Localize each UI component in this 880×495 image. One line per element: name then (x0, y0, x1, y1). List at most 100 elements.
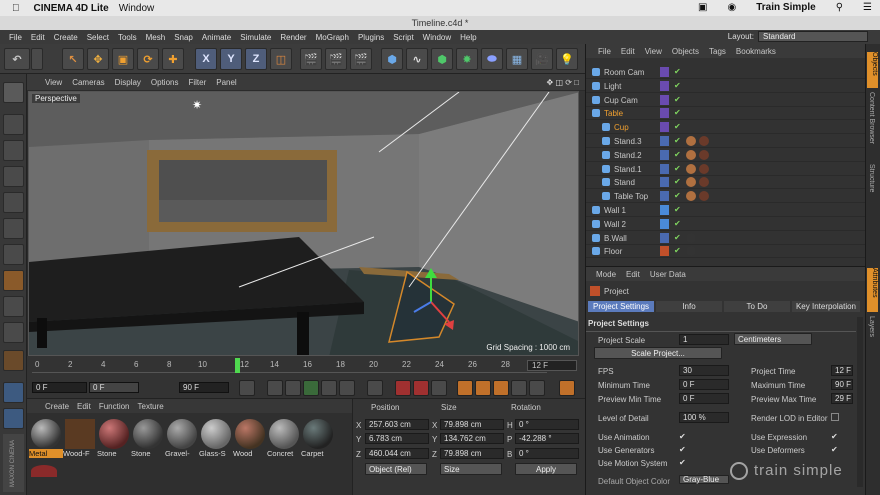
menu-script[interactable]: Script (393, 33, 413, 42)
menu-create[interactable]: Create (54, 33, 78, 42)
rotation-b-field[interactable]: 0 ° (515, 448, 579, 459)
material-menu-create[interactable]: Create (45, 402, 69, 411)
position-x-field[interactable]: 257.603 cm (365, 419, 429, 430)
size-z-field[interactable]: 79.898 cm (440, 448, 504, 459)
size-y-field[interactable]: 134.762 cm (440, 433, 504, 444)
previous-frame-icon[interactable] (285, 380, 301, 396)
playhead[interactable] (235, 358, 240, 373)
deformer-icon[interactable]: ⬬ (481, 48, 503, 70)
size-x-field[interactable]: 79.898 cm (440, 419, 504, 430)
enable-check-icon[interactable]: ✔ (674, 108, 681, 117)
next-key-icon[interactable] (339, 380, 355, 396)
object-menu-objects[interactable]: Objects (672, 47, 699, 56)
start-frame-field[interactable]: 0 F (32, 382, 87, 393)
record-rotation-icon[interactable] (493, 380, 509, 396)
viewport-menu-view[interactable]: View (45, 78, 62, 87)
record-active-icon[interactable] (395, 380, 411, 396)
object-menu-view[interactable]: View (645, 47, 662, 56)
menu-render[interactable]: Render (280, 33, 306, 42)
floor-icon[interactable]: ▦ (506, 48, 528, 70)
viewport-menu-filter[interactable]: Filter (188, 78, 206, 87)
object-row[interactable]: Room Cam ✔ (586, 66, 866, 79)
record-position-icon[interactable] (457, 380, 473, 396)
enable-check-icon[interactable]: ✔ (674, 219, 681, 228)
object-row[interactable]: Cup ✔ (586, 121, 866, 135)
enable-check-icon[interactable]: ✔ (674, 233, 681, 242)
level-of-detail-field[interactable]: 100 % (679, 412, 729, 423)
layer-color-swatch[interactable] (660, 205, 669, 215)
edges-mode-icon[interactable] (3, 218, 24, 239)
layer-color-swatch[interactable] (660, 218, 669, 229)
object-row[interactable]: Table Top ✔ (586, 190, 866, 204)
tweak-icon[interactable] (3, 296, 24, 317)
enable-check-icon[interactable]: ✔ (674, 95, 681, 104)
object-row[interactable]: Stand.1 ✔ (586, 163, 866, 176)
layer-color-swatch[interactable] (660, 80, 669, 91)
mac-window-menu[interactable]: Window (119, 3, 155, 14)
light-icon[interactable]: 💡 (556, 48, 578, 70)
enable-check-icon[interactable]: ✔ (674, 67, 681, 76)
enable-check-icon[interactable]: ✔ (674, 177, 681, 186)
z-axis-lock-button[interactable]: Z (245, 48, 267, 70)
x-axis-lock-button[interactable]: X (195, 48, 217, 70)
rotate-tool-icon[interactable]: ⟳ (137, 48, 159, 70)
menu-window[interactable]: Window (423, 33, 451, 42)
project-time-field[interactable]: 12 F (831, 365, 853, 376)
enable-check-icon[interactable]: ✔ (674, 136, 681, 145)
enable-check-icon[interactable]: ✔ (674, 150, 681, 159)
rotation-p-field[interactable]: -42.288 ° (515, 433, 579, 444)
use-animation-checkbox[interactable]: ✔ (679, 432, 686, 441)
side-tab-structure[interactable]: Structure (868, 164, 875, 204)
material-swatch[interactable] (133, 419, 163, 449)
viewport-menu-options[interactable]: Options (151, 78, 179, 87)
layer-color-swatch[interactable] (660, 149, 669, 160)
viewport-menu-display[interactable]: Display (115, 78, 141, 87)
menu-mograph[interactable]: MoGraph (316, 33, 349, 42)
position-z-field[interactable]: 460.044 cm (365, 448, 429, 459)
layout-dropdown[interactable]: Standard (758, 31, 868, 42)
layer-color-swatch[interactable] (660, 191, 669, 202)
layer-color-swatch[interactable] (660, 67, 669, 77)
coordinate-system-icon[interactable]: ◫ (270, 48, 292, 70)
make-editable-icon[interactable] (3, 82, 24, 103)
object-row[interactable]: Wall 1 ✔ (586, 204, 866, 217)
layer-color-swatch[interactable] (660, 163, 669, 174)
status-icon[interactable]: ◉ (728, 2, 737, 13)
object-menu-edit[interactable]: Edit (621, 47, 635, 56)
side-tab-objects[interactable]: Objects (867, 52, 878, 88)
size-mode-dropdown[interactable]: Size (440, 463, 502, 475)
record-scale-icon[interactable] (475, 380, 491, 396)
search-icon[interactable]: ⚲ (836, 2, 843, 13)
menu-select[interactable]: Select (87, 33, 109, 42)
previous-key-icon[interactable] (267, 380, 283, 396)
enable-check-icon[interactable]: ✔ (674, 122, 681, 131)
material-tag-icon[interactable] (686, 246, 696, 257)
timeline-ruler[interactable]: 0 2 4 6 8 10 12 14 16 18 20 22 24 26 28 … (32, 358, 547, 373)
material-swatch[interactable] (269, 419, 299, 449)
apple-icon[interactable]:  (12, 3, 20, 14)
layer-color-swatch[interactable] (660, 108, 669, 119)
app-name[interactable]: CINEMA 4D Lite (34, 3, 109, 14)
tab-project-settings[interactable]: Project Settings (588, 301, 654, 312)
default-color-dropdown[interactable]: Gray-Blue (679, 475, 729, 484)
axis-mode-icon[interactable] (3, 270, 24, 291)
object-row[interactable]: Stand.3 ✔ (586, 135, 866, 148)
apply-button[interactable]: Apply (515, 463, 577, 475)
menu-snap[interactable]: Snap (174, 33, 193, 42)
material-menu-edit[interactable]: Edit (77, 402, 91, 411)
enable-check-icon[interactable]: ✔ (674, 164, 681, 173)
side-tab-layers[interactable]: Layers (868, 316, 875, 346)
position-y-field[interactable]: 6.783 cm (365, 433, 429, 444)
current-frame-field[interactable]: 12 F (527, 360, 577, 371)
viewport-menu-panel[interactable]: Panel (216, 78, 236, 87)
next-frame-icon[interactable] (321, 380, 337, 396)
end-frame-field[interactable]: 90 F (179, 382, 229, 393)
coordinate-mode-dropdown[interactable]: Object (Rel) (365, 463, 427, 475)
material-tag-icon[interactable] (699, 163, 709, 174)
object-row[interactable]: Stand ✔ (586, 176, 866, 190)
render-view-icon[interactable]: 🎬 (300, 48, 322, 70)
go-to-end-icon[interactable] (367, 380, 383, 396)
enable-check-icon[interactable]: ✔ (674, 205, 681, 214)
render-picture-viewer-icon[interactable]: 🎬 (325, 48, 347, 70)
material-swatch[interactable] (235, 419, 265, 449)
